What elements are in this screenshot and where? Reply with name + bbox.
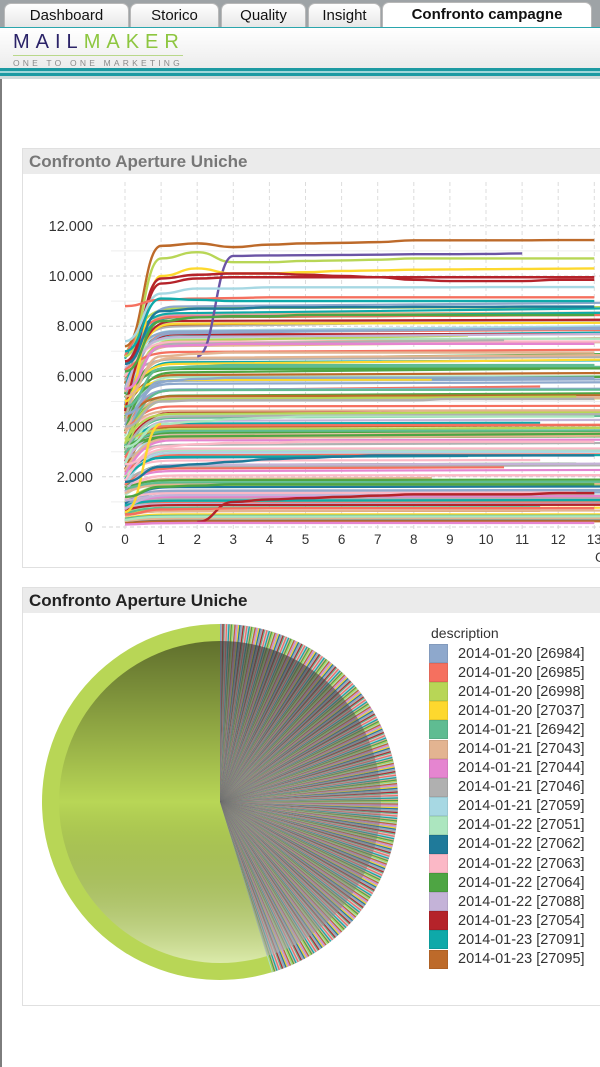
x-tick-label: 12 (551, 532, 566, 547)
line-chart-panel: Confronto Aperture Uniche 0 2.000 4.000 6.0… (22, 148, 600, 568)
tab-storico[interactable]: Storico (130, 3, 219, 28)
x-axis-label: G (595, 550, 600, 565)
legend-swatch (429, 949, 448, 969)
y-tick-label: 0 (85, 520, 93, 536)
pie-chart-title: Confronto Aperture Uniche (23, 588, 600, 613)
tab-dashboard[interactable]: Dashboard (4, 3, 129, 28)
legend-label: 2014-01-22 [27051] (458, 817, 585, 834)
y-tick-label: 2.000 (57, 470, 93, 486)
header-stripe (0, 68, 600, 79)
legend-swatch (429, 720, 448, 740)
line-chart: 02.0004.0006.0008.00010.00012.0000 1 2 3 4 5 6… (49, 182, 600, 565)
legend-swatch (429, 892, 448, 912)
legend-item[interactable]: 2014-01-20 [26984] (429, 644, 585, 664)
logo-divider (13, 55, 183, 56)
line-series[interactable] (124, 521, 595, 526)
legend-label: 2014-01-22 [27063] (458, 855, 585, 872)
legend-item[interactable]: 2014-01-21 [26942] (429, 720, 585, 740)
legend-swatch (429, 682, 448, 702)
tab-insight[interactable]: Insight (308, 3, 381, 28)
legend-swatch (429, 873, 448, 893)
legend-item[interactable]: 2014-01-23 [27091] (429, 930, 585, 950)
x-tick-label: 5 (302, 532, 310, 547)
y-tick-label: 12.000 (49, 219, 93, 235)
app-header: MAILMAKER ONE TO ONE MARKETING (0, 27, 600, 68)
legend-swatch (429, 834, 448, 854)
legend-item[interactable]: 2014-01-21 [27059] (429, 796, 585, 816)
legend-swatch (429, 758, 448, 778)
legend-swatch (429, 777, 448, 797)
legend-label: 2014-01-21 [26942] (458, 721, 585, 738)
legend-item[interactable]: 2014-01-22 [27063] (429, 854, 585, 874)
y-tick-label: 8.000 (57, 319, 93, 335)
legend-label: 2014-01-20 [26998] (458, 683, 585, 700)
pie-legend: description 2014-01-20 [26984] 2014-01-20… (429, 625, 585, 969)
x-tick-label: 10 (478, 532, 493, 547)
legend-item[interactable]: 2014-01-21 [27043] (429, 739, 585, 759)
legend-item[interactable]: 2014-01-20 [26998] (429, 682, 585, 702)
legend-item[interactable]: 2014-01-22 [27062] (429, 834, 585, 854)
legend-item[interactable]: 2014-01-22 [27051] (429, 815, 585, 835)
legend-swatch (429, 815, 448, 835)
x-tick-label: 0 (121, 532, 129, 547)
x-tick-label: 3 (230, 532, 238, 547)
x-tick-label: 13 (587, 532, 600, 547)
legend-label: 2014-01-21 [27046] (458, 779, 585, 796)
legend-swatch (429, 644, 448, 664)
pie-chart-panel: Confronto Aperture Uniche description 20… (22, 587, 600, 1006)
legend-swatch (429, 930, 448, 950)
x-tick-label: 2 (193, 532, 201, 547)
legend-title: description (431, 625, 499, 641)
x-tick-label: 9 (446, 532, 454, 547)
legend-label: 2014-01-21 [27043] (458, 741, 585, 758)
y-tick-label: 6.000 (57, 369, 93, 385)
pie-chart (41, 623, 399, 980)
x-tick-label: 6 (338, 532, 346, 547)
legend-label: 2014-01-20 [27037] (458, 702, 585, 719)
legend-label: 2014-01-23 [27054] (458, 912, 585, 929)
x-tick-label: 8 (410, 532, 418, 547)
legend-item[interactable]: 2014-01-21 [27044] (429, 758, 585, 778)
legend-label: 2014-01-20 [26984] (458, 645, 585, 662)
legend-item[interactable]: 2014-01-23 [27095] (429, 949, 585, 969)
logo-wordmark: MAILMAKER (13, 32, 185, 52)
legend-item[interactable]: 2014-01-23 [27054] (429, 911, 585, 931)
legend-label: 2014-01-22 [27064] (458, 874, 585, 891)
legend-item[interactable]: 2014-01-22 [27088] (429, 892, 585, 912)
legend-swatch (429, 796, 448, 816)
legend-item[interactable]: 2014-01-21 [27046] (429, 777, 585, 797)
legend-label: 2014-01-23 [27091] (458, 931, 585, 948)
legend-swatch (429, 911, 448, 931)
tab-bar: Dashboard Storico Quality Insight Confro… (0, 0, 600, 28)
legend-swatch (429, 854, 448, 874)
legend-label: 2014-01-21 [27044] (458, 760, 585, 777)
mailmaker-logo[interactable]: MAILMAKER ONE TO ONE MARKETING (13, 32, 185, 68)
tab-confronto-campagne[interactable]: Confronto campagne (382, 2, 592, 28)
legend-label: 2014-01-22 [27062] (458, 836, 585, 853)
legend-label: 2014-01-21 [27059] (458, 798, 585, 815)
legend-swatch (429, 701, 448, 721)
legend-item[interactable]: 2014-01-20 [26985] (429, 663, 585, 683)
x-tick-label: 4 (266, 532, 274, 547)
y-tick-label: 4.000 (57, 420, 93, 436)
logo-maker-text: MAKER (83, 31, 185, 53)
line-chart-title: Confronto Aperture Uniche (23, 149, 600, 174)
logo-tagline: ONE TO ONE MARKETING (13, 58, 183, 68)
tab-quality[interactable]: Quality (221, 3, 306, 28)
x-tick-label: 11 (515, 532, 529, 547)
legend-label: 2014-01-20 [26985] (458, 664, 585, 681)
legend-item[interactable]: 2014-01-22 [27064] (429, 873, 585, 893)
legend-item[interactable]: 2014-01-20 [27037] (429, 701, 585, 721)
x-tick-label: 7 (374, 532, 382, 547)
legend-label: 2014-01-23 [27095] (458, 951, 585, 968)
x-tick-label: 1 (157, 532, 165, 547)
legend-swatch (429, 739, 448, 759)
series-group (123, 238, 600, 526)
y-tick-label: 10.000 (49, 269, 93, 285)
legend-swatch (429, 663, 448, 683)
left-border (0, 79, 2, 1067)
logo-mail-text: MAIL (13, 31, 84, 53)
legend-label: 2014-01-22 [27088] (458, 893, 585, 910)
